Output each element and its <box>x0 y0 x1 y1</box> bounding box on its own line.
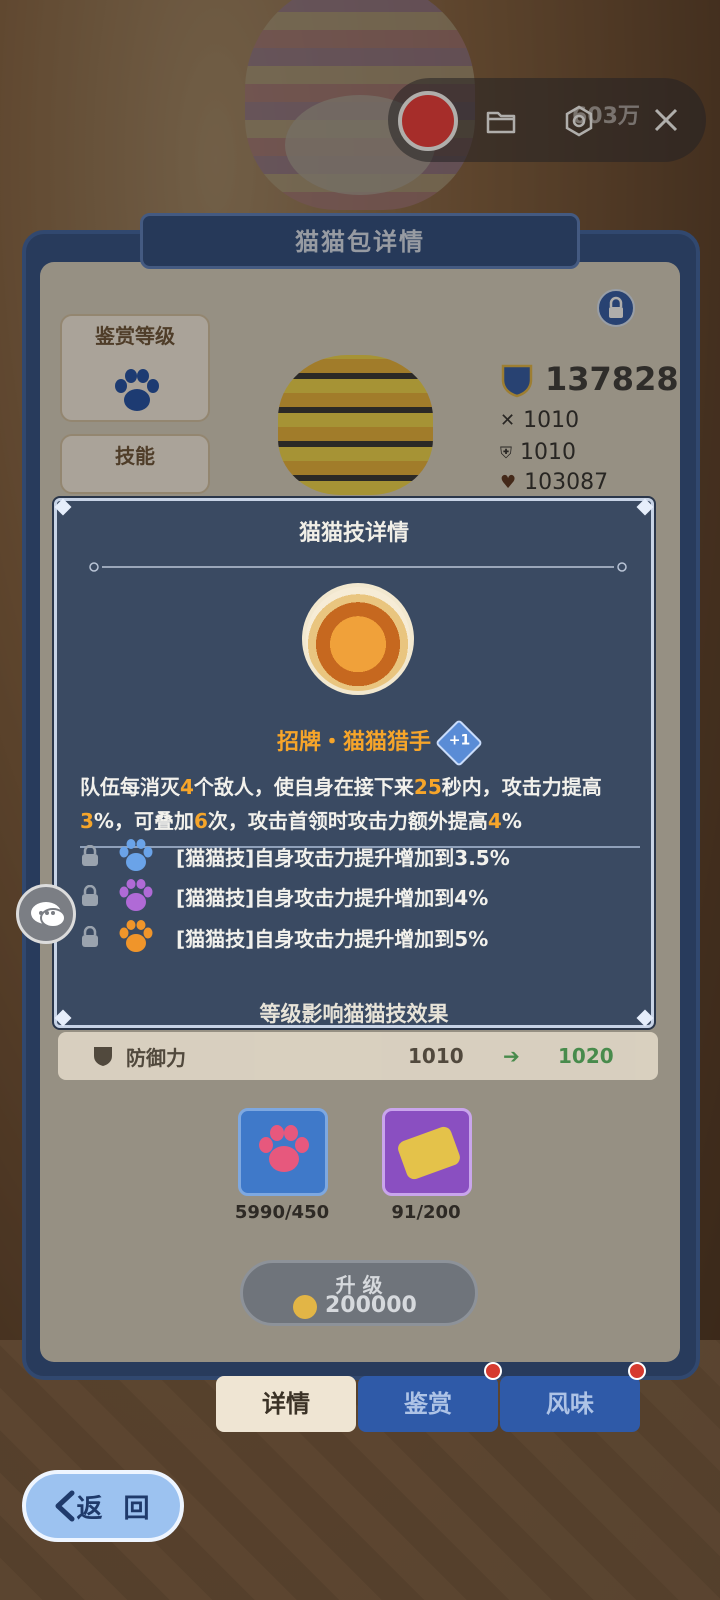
paw-icon <box>119 920 153 952</box>
skill-description: 队伍每消灭4个敌人，使自身在接下来25秒内，攻击力提高3%，可叠加6次，攻击首领… <box>80 770 640 838</box>
paw-icon <box>119 879 153 911</box>
highlighted-value: 6 <box>193 809 208 833</box>
description-text: 队伍每消灭 <box>80 775 180 799</box>
back-button[interactable]: 返 回 <box>22 1470 184 1542</box>
material-count: 5990/450 <box>234 1202 330 1223</box>
pink-paw-icon <box>259 1125 309 1172</box>
food-item-icon <box>395 1124 463 1182</box>
skill-upgrade-row: [猫猫技]自身攻击力提升增加到3.5% <box>80 836 510 876</box>
back-label: 返 回 <box>76 1493 156 1524</box>
skill-emblem-icon <box>302 583 414 695</box>
tab-flavor[interactable]: 风味 <box>500 1376 640 1432</box>
modal-footer-note: 等级影响猫猫技效果 <box>259 1002 449 1026</box>
defense-label: 防御力 <box>126 1045 186 1070</box>
tab-flavor-label: 风味 <box>546 1390 594 1418</box>
highlighted-value: 25 <box>413 775 442 799</box>
skill-upgrade-row: [猫猫技]自身攻击力提升增加到4% <box>80 876 488 916</box>
modal-title: 猫猫技详情 <box>298 521 409 546</box>
highlighted-value: 4 <box>180 775 194 799</box>
lock-icon <box>82 926 98 947</box>
defense-upgrade-row: 防御力 1010 ➔ 1020 <box>58 1032 658 1080</box>
tab-details-label: 详情 <box>262 1390 310 1418</box>
description-text: % <box>501 809 522 833</box>
skill-upgrade-row: [猫猫技]自身攻击力提升增加到5% <box>80 917 488 957</box>
description-text: %，可叠加 <box>93 809 194 833</box>
description-text: 个敌人，使自身在接下来 <box>193 775 414 799</box>
arrow-right-icon: ➔ <box>503 1044 520 1068</box>
skill-level-badge-text: +1 <box>448 732 471 749</box>
highlighted-value: 3 <box>80 809 94 833</box>
skill-upgrade-text: [猫猫技]自身攻击力提升增加到4% <box>176 885 489 910</box>
lock-icon <box>82 885 98 906</box>
tab-appraisal[interactable]: 鉴赏 <box>358 1376 498 1432</box>
skill-upgrade-text: [猫猫技]自身攻击力提升增加到5% <box>176 926 489 951</box>
notification-dot <box>628 1362 646 1380</box>
tab-details[interactable]: 详情 <box>216 1376 356 1432</box>
upgrade-button[interactable]: 升 级 200000 <box>240 1260 478 1326</box>
material-count: 91/200 <box>391 1202 461 1223</box>
shield-icon <box>94 1047 112 1066</box>
back-arrow-icon <box>55 1490 75 1522</box>
skill-name: 招牌・猫猫猎手 <box>276 730 431 755</box>
description-text: 提高 <box>561 775 602 799</box>
material-slot-food[interactable] <box>382 1108 472 1196</box>
defense-current-value: 1010 <box>408 1044 464 1068</box>
lock-icon <box>82 845 98 866</box>
defense-next-value: 1020 <box>558 1044 614 1068</box>
floating-chat-button[interactable] <box>16 884 76 944</box>
coin-icon <box>293 1295 317 1319</box>
highlighted-value: 4 <box>487 809 502 833</box>
description-text: 次，攻击首领时攻击力额外提高 <box>207 809 488 833</box>
notification-dot <box>484 1362 502 1380</box>
chat-icon <box>31 902 66 928</box>
tab-appraisal-label: 鉴赏 <box>404 1390 452 1418</box>
skill-upgrade-text: [猫猫技]自身攻击力提升增加到3.5% <box>176 845 510 870</box>
paw-icon <box>119 839 153 871</box>
description-text: 秒内，攻击力 <box>441 775 562 799</box>
upgrade-cost: 200000 <box>325 1293 417 1318</box>
title-divider <box>89 562 627 572</box>
material-slot-paw[interactable] <box>238 1108 328 1196</box>
